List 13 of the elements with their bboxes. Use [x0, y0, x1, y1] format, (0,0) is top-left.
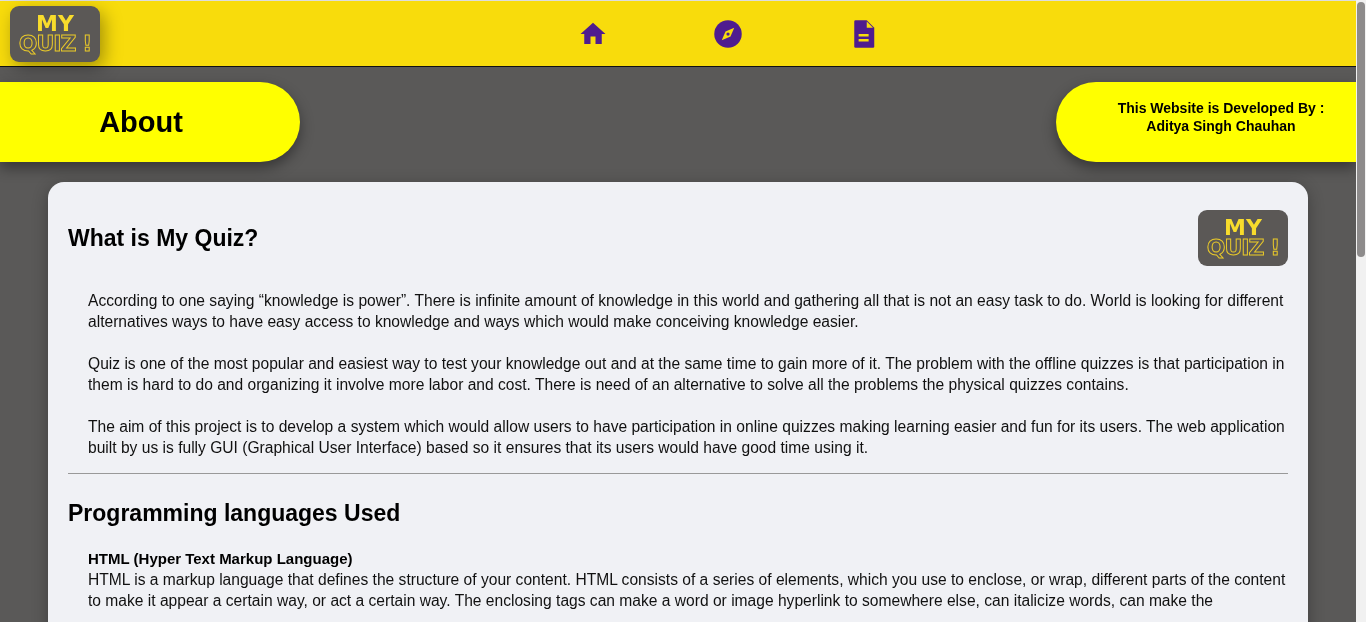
compass-icon[interactable] [713, 18, 743, 49]
entry-title: HTML (Hyper Text Markup Language) [88, 549, 354, 569]
paragraph: According to one saying “knowledge is power”. There is infinite amount of knowledge in this world and gathering all that is not an easy task to do. World is looking for different alternatives ways to have easy access to knowledge and ways which would make conceiving knowledge easier. [88, 291, 1285, 332]
paragraph: Quiz is one of the most popular and easiest way to test your knowledge out and at the same time to gain more of it. The problem with the offline quizzes is that participation in them is hard to do and organizing it involve more labor and cost. There is need of an alternative to solve all the problems the physical quizzes contains. [88, 354, 1286, 395]
developer-credit: This Website is Developed By : Aditya Singh Chauhan [1056, 82, 1356, 162]
scrollbar[interactable] [1356, 0, 1366, 622]
section-heading: What is My Quiz? [68, 224, 259, 252]
logo[interactable]: MY QUIZ ! [10, 5, 100, 62]
section-heading: Programming languages Used [68, 500, 401, 527]
paragraph: HTML is a markup language that defines the structure of your content. HTML consists of a series of elements, which you use to enclose, or wrap, different parts of the content to make it appear a certain way, or act a certain way. The enclosing tags can make a word or image hyperlink to somewhere else, can italicize words, can make the [88, 570, 1287, 611]
logo: MY QUIZ ! [1198, 210, 1288, 266]
page-title: About [0, 82, 300, 162]
paragraph: The aim of this project is to develop a system which would allow users to have participation in online quizzes making learning easier and fun for its users. The web application built by us is fully GUI (Graphical User Interface) based so it ensures that its users would have good time using it. [88, 417, 1286, 458]
